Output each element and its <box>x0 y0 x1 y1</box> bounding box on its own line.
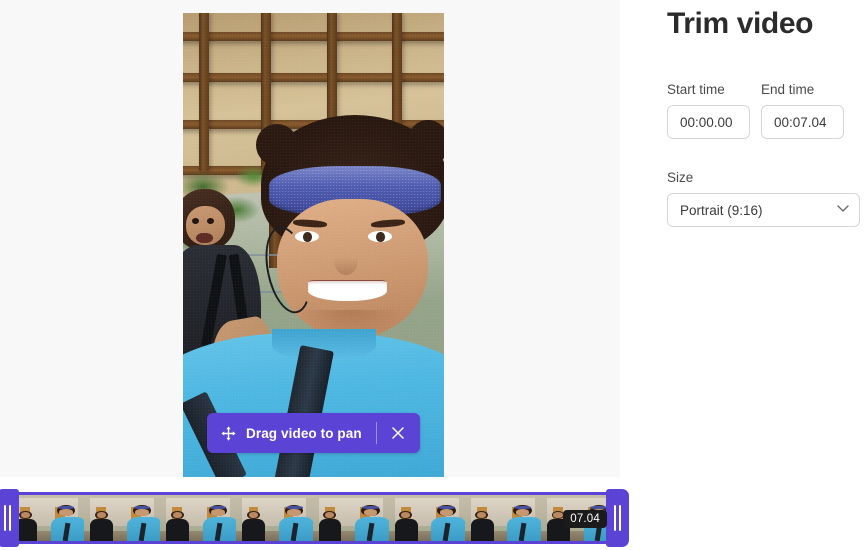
timeline-thumbnail <box>236 495 313 541</box>
person-primary-eye <box>368 231 392 243</box>
timeline-thumbnail <box>464 495 541 541</box>
move-icon <box>221 425 236 441</box>
settings-sidebar: Trim video Start time End time Size Port… <box>620 0 864 550</box>
person-primary-mouth <box>308 279 387 302</box>
timeline-track[interactable]: 07.04 <box>5 492 620 544</box>
start-time-input[interactable] <box>667 105 750 139</box>
video-timeline[interactable]: 07.04 <box>0 489 629 547</box>
start-time-group: Start time <box>667 82 750 139</box>
timeline-thumbnail <box>8 495 85 541</box>
end-time-group: End time <box>761 82 844 139</box>
drag-to-pan-label: Drag video to pan <box>246 425 362 441</box>
timeline-thumbnail <box>312 495 389 541</box>
close-pan-overlay-button[interactable] <box>377 413 420 453</box>
trim-start-handle[interactable] <box>0 489 19 547</box>
handle-grip-line <box>619 505 621 531</box>
person-secondary-mouth <box>196 232 213 244</box>
ceiling-beam <box>183 73 444 83</box>
person-primary-hair-wisp <box>256 124 298 167</box>
timeline-time-badge: 07.04 <box>563 510 607 528</box>
size-label: Size <box>667 170 694 185</box>
video-preview-stage: Drag video to pan <box>0 0 620 477</box>
person-primary-hair-wisp <box>407 119 444 167</box>
handle-grip-line <box>4 505 6 531</box>
trim-video-app: Drag video to pan 07.04 Trim video Start… <box>0 0 864 550</box>
person-secondary-eye <box>207 218 214 225</box>
size-select[interactable]: Portrait (9:16) <box>667 193 860 227</box>
size-group: Size Portrait (9:16) <box>667 170 860 227</box>
close-icon <box>392 427 405 439</box>
size-select-wrap: Portrait (9:16) <box>667 193 860 227</box>
trim-end-handle[interactable] <box>606 489 629 547</box>
video-frame[interactable] <box>183 13 444 477</box>
timeline-thumbnail <box>84 495 161 541</box>
ceiling-beam <box>183 31 444 41</box>
end-time-input[interactable] <box>761 105 844 139</box>
end-time-label: End time <box>761 82 815 97</box>
timeline-thumbnail <box>160 495 237 541</box>
video-still <box>183 13 444 477</box>
page-title: Trim video <box>667 7 814 40</box>
time-fields-row: Start time End time <box>667 82 844 139</box>
handle-grip-line <box>9 505 11 531</box>
timeline-thumbnail <box>388 495 465 541</box>
person-secondary-eye <box>191 218 199 225</box>
person-primary-nose <box>334 245 358 276</box>
drag-to-pan-overlay: Drag video to pan <box>207 413 420 453</box>
handle-grip-line <box>614 505 616 531</box>
start-time-label: Start time <box>667 82 725 97</box>
